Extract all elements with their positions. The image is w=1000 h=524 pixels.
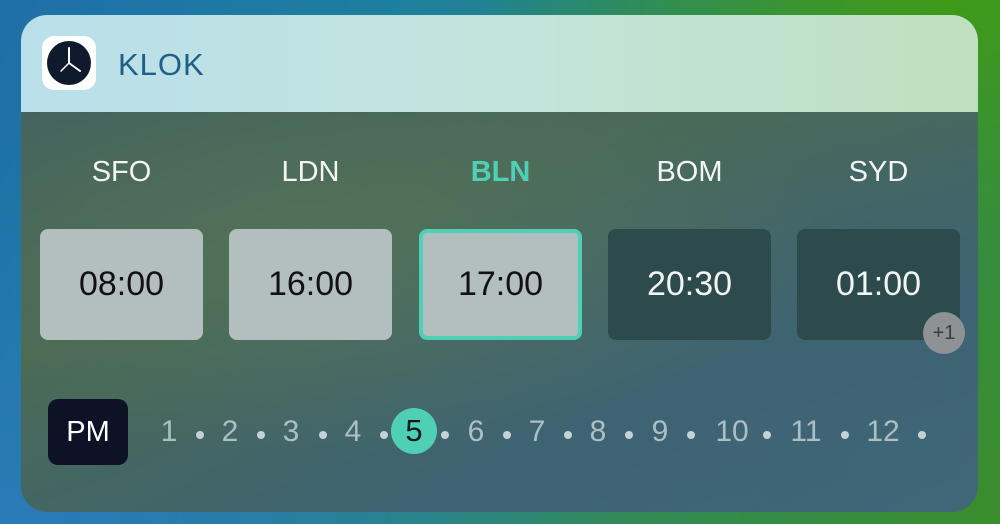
hour-separator-dot xyxy=(441,431,449,439)
hour-separator-dot xyxy=(918,431,926,439)
hour-separator-dot xyxy=(763,431,771,439)
time-box-ldn[interactable]: 16:00 xyxy=(229,229,392,340)
time-box-bom[interactable]: 20:30 xyxy=(608,229,771,340)
time-box-sfo[interactable]: 08:00 xyxy=(40,229,203,340)
hour-option-11[interactable]: 11 xyxy=(783,415,829,449)
hour-option-3[interactable]: 3 xyxy=(268,415,314,449)
city-label-syd: SYD xyxy=(848,156,909,188)
hour-option-5[interactable]: 5 xyxy=(391,408,437,454)
am-pm-toggle-button[interactable]: PM xyxy=(48,399,128,465)
city-label-bom: BOM xyxy=(656,156,723,188)
city-label-sfo: SFO xyxy=(91,156,152,188)
day-offset-badge: +1 xyxy=(923,312,965,354)
hour-separator-dot xyxy=(319,431,327,439)
hour-option-1[interactable]: 1 xyxy=(146,415,192,449)
hour-separator-dot xyxy=(257,431,265,439)
hour-separator-dot xyxy=(380,431,388,439)
hour-separator-dot xyxy=(841,431,849,439)
widget-header: KLOK xyxy=(21,15,978,112)
clock-icon[interactable] xyxy=(42,36,96,90)
city-label-bln: BLN xyxy=(470,156,531,188)
hour-option-9[interactable]: 9 xyxy=(637,415,683,449)
hour-separator-dot xyxy=(564,431,572,439)
hour-option-12[interactable]: 12 xyxy=(860,415,906,449)
hour-separator-dot xyxy=(687,431,695,439)
hour-option-6[interactable]: 6 xyxy=(453,415,499,449)
hour-separator-dot xyxy=(196,431,204,439)
hour-separator-dot xyxy=(625,431,633,439)
hour-option-10[interactable]: 10 xyxy=(709,415,755,449)
hour-option-8[interactable]: 8 xyxy=(575,415,621,449)
city-label-ldn: LDN xyxy=(281,156,340,188)
app-title: KLOK xyxy=(118,47,205,82)
time-box-bln[interactable]: 17:00 xyxy=(419,229,582,340)
hour-option-4[interactable]: 4 xyxy=(330,415,376,449)
hour-separator-dot xyxy=(503,431,511,439)
klok-widget: KLOK SFO LDN BLN BOM SYD 08:00 16:00 17:… xyxy=(21,15,978,512)
hour-option-7[interactable]: 7 xyxy=(514,415,560,449)
hour-option-2[interactable]: 2 xyxy=(207,415,253,449)
